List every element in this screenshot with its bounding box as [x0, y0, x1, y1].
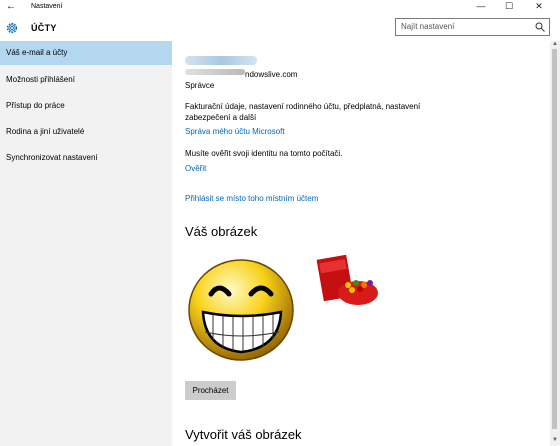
recent-picture-thumbnail[interactable]	[314, 253, 382, 309]
sidebar-item-work-access[interactable]: Přístup do práce	[0, 94, 172, 118]
sidebar: Váš e-mail a účty Možnosti přihlášení Př…	[0, 41, 172, 446]
account-email: ndowslive.com	[245, 70, 298, 79]
back-arrow-icon[interactable]: ←	[6, 0, 16, 13]
email-blur	[185, 69, 245, 75]
picture-heading: Váš obrázek	[185, 224, 258, 239]
main-content: ndowslive.com Správce Fakturační údaje, …	[172, 41, 546, 446]
title-bar: ← Nastavení — ☐ ✕	[0, 0, 560, 14]
browse-button[interactable]: Procházet	[185, 381, 236, 400]
avatar	[188, 259, 294, 361]
gear-icon	[6, 22, 18, 34]
sidebar-item-sync-settings[interactable]: Synchronizovat nastavení	[0, 146, 172, 170]
scrollbar[interactable]: ▲ ▼	[550, 41, 560, 446]
email-blur	[185, 56, 257, 65]
search-placeholder: Najít nastavení	[401, 22, 455, 31]
verify-link[interactable]: Ověřit	[185, 163, 206, 174]
verify-text: Musíte ověřit svoji identitu na tomto po…	[185, 149, 343, 158]
create-picture-heading: Vytvořit váš obrázek	[185, 427, 302, 442]
manage-account-link[interactable]: Správa mého účtu Microsoft	[185, 126, 285, 137]
search-icon[interactable]	[535, 22, 545, 32]
search-input[interactable]: Najít nastavení	[395, 18, 550, 36]
minimize-button[interactable]: —	[467, 0, 495, 14]
scroll-up-icon[interactable]: ▲	[552, 41, 558, 47]
scroll-down-icon[interactable]: ▼	[552, 437, 558, 443]
local-account-link[interactable]: Přihlásit se místo toho místním účtem	[185, 193, 318, 204]
sidebar-item-sign-in-options[interactable]: Možnosti přihlášení	[0, 68, 172, 92]
account-role: Správce	[185, 81, 215, 90]
close-button[interactable]: ✕	[525, 0, 553, 14]
window-title: Nastavení	[31, 3, 63, 10]
billing-text-cont: zabezpečení a další	[185, 113, 257, 122]
billing-text: Fakturační údaje, nastavení rodinného úč…	[185, 102, 421, 111]
sidebar-item-email-accounts[interactable]: Váš e-mail a účty	[0, 41, 172, 65]
scrollbar-thumb[interactable]	[552, 49, 557, 429]
page-title: ÚČTY	[31, 23, 57, 33]
sidebar-item-family-users[interactable]: Rodina a jiní uživatelé	[0, 120, 172, 144]
maximize-button[interactable]: ☐	[495, 0, 523, 14]
